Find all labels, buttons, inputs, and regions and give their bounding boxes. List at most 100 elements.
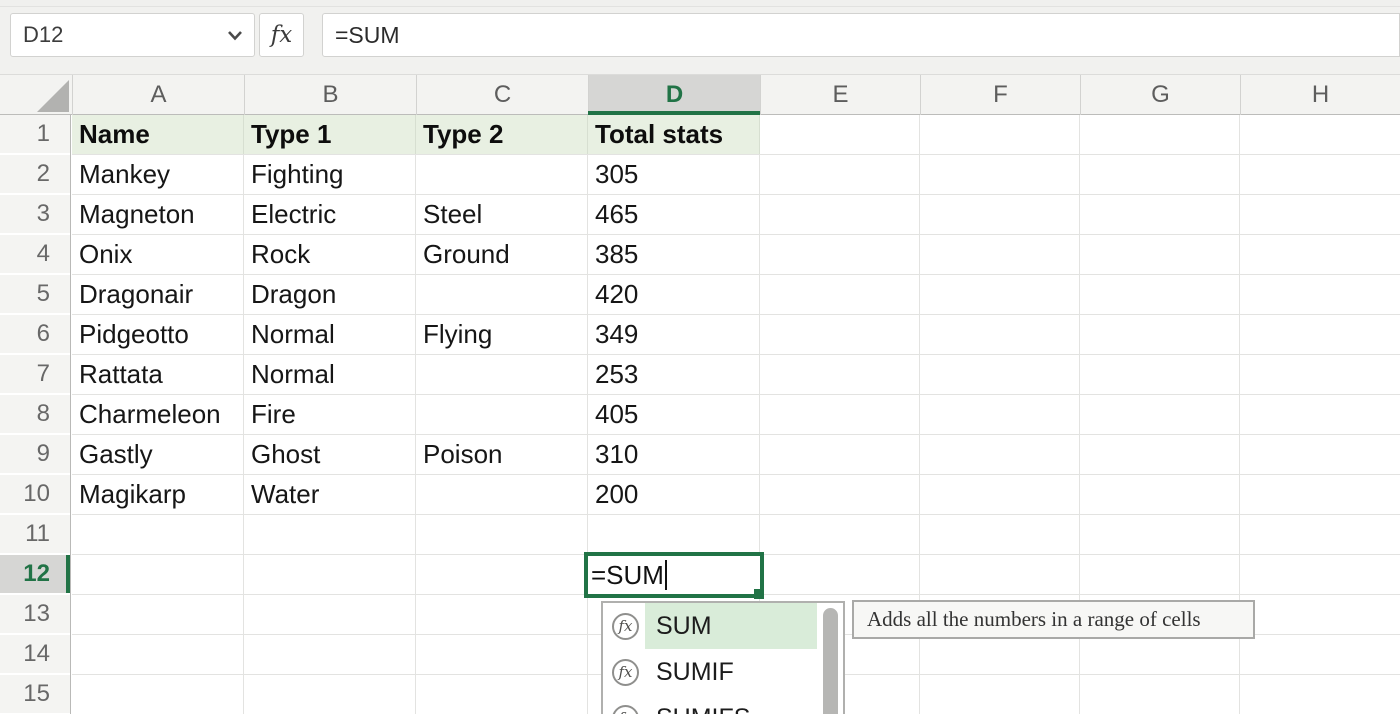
function-fx-icon: fx: [612, 613, 639, 640]
function-tooltip: Adds all the numbers in a range of cells: [852, 600, 1255, 639]
row-header-12[interactable]: 12: [0, 555, 70, 595]
cell-B10[interactable]: Water: [244, 475, 416, 514]
sheet-row-1: Name Type 1 Type 2 Total stats: [72, 115, 760, 154]
spreadsheet-window: D12 fx =SUM A B C D E F G H 1 2 3 4 5 6 …: [0, 0, 1400, 714]
row-header-11[interactable]: 11: [0, 515, 70, 555]
row-header-3[interactable]: 3: [0, 195, 70, 235]
cell-D9[interactable]: 310: [588, 435, 760, 474]
row-header-13[interactable]: 13: [0, 595, 70, 635]
row-header-5[interactable]: 5: [0, 275, 70, 315]
column-header-c[interactable]: C: [416, 75, 588, 115]
cell-A7[interactable]: Rattata: [72, 355, 244, 394]
cell-C1[interactable]: Type 2: [416, 115, 588, 154]
cell-C9[interactable]: Poison: [416, 435, 588, 474]
cell-C8[interactable]: [416, 395, 588, 434]
sheet-row-2: Mankey Fighting 305: [72, 155, 760, 194]
sheet-row-5: Dragonair Dragon 420: [72, 275, 760, 314]
name-box[interactable]: D12: [10, 13, 255, 57]
chevron-down-icon[interactable]: [222, 30, 248, 41]
cell-D3[interactable]: 465: [588, 195, 760, 234]
fill-handle[interactable]: [754, 589, 764, 599]
cell-B9[interactable]: Ghost: [244, 435, 416, 474]
sheet-row-4: Onix Rock Ground 385: [72, 235, 760, 274]
row-header-1[interactable]: 1: [0, 115, 70, 155]
cell-A9[interactable]: Gastly: [72, 435, 244, 474]
formula-bar-area: D12 fx =SUM: [0, 0, 1400, 74]
cell-B2[interactable]: Fighting: [244, 155, 416, 194]
sheet-row-7: Rattata Normal 253: [72, 355, 760, 394]
cell-B6[interactable]: Normal: [244, 315, 416, 354]
cell-B7[interactable]: Normal: [244, 355, 416, 394]
autocomplete-item-label: SUMIFS: [656, 704, 750, 714]
cell-A8[interactable]: Charmeleon: [72, 395, 244, 434]
cell-A2[interactable]: Mankey: [72, 155, 244, 194]
cell-B1[interactable]: Type 1: [244, 115, 416, 154]
autocomplete-item-label: SUM: [656, 612, 712, 641]
cell-B4[interactable]: Rock: [244, 235, 416, 274]
function-fx-icon: fx: [612, 659, 639, 686]
cell-A1[interactable]: Name: [72, 115, 244, 154]
active-cell-text: =SUM: [588, 560, 664, 591]
formula-text: =SUM: [323, 22, 400, 49]
cell-D1[interactable]: Total stats: [588, 115, 760, 154]
name-box-value: D12: [11, 22, 222, 48]
cell-B3[interactable]: Electric: [244, 195, 416, 234]
cell-B8[interactable]: Fire: [244, 395, 416, 434]
sheet-row-6: Pidgeotto Normal Flying 349: [72, 315, 760, 354]
column-header-a[interactable]: A: [72, 75, 244, 115]
sheet-row-3: Magneton Electric Steel 465: [72, 195, 760, 234]
cell-C5[interactable]: [416, 275, 588, 314]
cell-D8[interactable]: 405: [588, 395, 760, 434]
row-header-9[interactable]: 9: [0, 435, 70, 475]
autocomplete-item-label: SUMIF: [656, 658, 734, 687]
fx-icon: fx: [271, 22, 292, 48]
cell-D5[interactable]: 420: [588, 275, 760, 314]
cell-D10[interactable]: 200: [588, 475, 760, 514]
row-header-14[interactable]: 14: [0, 635, 70, 675]
column-header-g[interactable]: G: [1080, 75, 1240, 115]
cell-B5[interactable]: Dragon: [244, 275, 416, 314]
row-header-6[interactable]: 6: [0, 315, 70, 355]
sheet-row-10: Magikarp Water 200: [72, 475, 760, 514]
cell-A3[interactable]: Magneton: [72, 195, 244, 234]
cell-C3[interactable]: Steel: [416, 195, 588, 234]
row-header-8[interactable]: 8: [0, 395, 70, 435]
cell-D4[interactable]: 385: [588, 235, 760, 274]
cell-A6[interactable]: Pidgeotto: [72, 315, 244, 354]
row-header-2[interactable]: 2: [0, 155, 70, 195]
column-header-h[interactable]: H: [1240, 75, 1400, 115]
insert-function-button[interactable]: fx: [259, 13, 304, 57]
cell-C7[interactable]: [416, 355, 588, 394]
cell-C6[interactable]: Flying: [416, 315, 588, 354]
column-header-e[interactable]: E: [760, 75, 920, 115]
formula-bar-input[interactable]: =SUM: [322, 13, 1400, 57]
cell-D6[interactable]: 349: [588, 315, 760, 354]
sheet-row-8: Charmeleon Fire 405: [72, 395, 760, 434]
autocomplete-item-sumif[interactable]: fx SUMIF: [603, 649, 843, 695]
scrollbar-thumb[interactable]: [823, 608, 838, 714]
cell-D7[interactable]: 253: [588, 355, 760, 394]
autocomplete-item-sumifs[interactable]: fx SUMIFS: [603, 695, 843, 714]
row-header-strip: 1 2 3 4 5 6 7 8 9 10 11 12 13 14 15: [0, 115, 71, 714]
row-header-4[interactable]: 4: [0, 235, 70, 275]
cell-A4[interactable]: Onix: [72, 235, 244, 274]
cell-A5[interactable]: Dragonair: [72, 275, 244, 314]
row-header-7[interactable]: 7: [0, 355, 70, 395]
column-header-b[interactable]: B: [244, 75, 416, 115]
cell-C10[interactable]: [416, 475, 588, 514]
select-all-triangle-icon: [37, 80, 69, 112]
top-divider: [0, 0, 1400, 7]
column-header-f[interactable]: F: [920, 75, 1080, 115]
cell-C2[interactable]: [416, 155, 588, 194]
select-all-button[interactable]: [0, 75, 72, 115]
cell-A10[interactable]: Magikarp: [72, 475, 244, 514]
sheet-row-9: Gastly Ghost Poison 310: [72, 435, 760, 474]
active-cell-d12[interactable]: =SUM: [584, 552, 764, 598]
row-header-10[interactable]: 10: [0, 475, 70, 515]
autocomplete-item-sum[interactable]: fx SUM: [603, 603, 843, 649]
cell-C4[interactable]: Ground: [416, 235, 588, 274]
row-header-15[interactable]: 15: [0, 675, 70, 714]
function-fx-icon: fx: [612, 705, 639, 714]
column-header-d[interactable]: D: [588, 75, 760, 115]
cell-D2[interactable]: 305: [588, 155, 760, 194]
